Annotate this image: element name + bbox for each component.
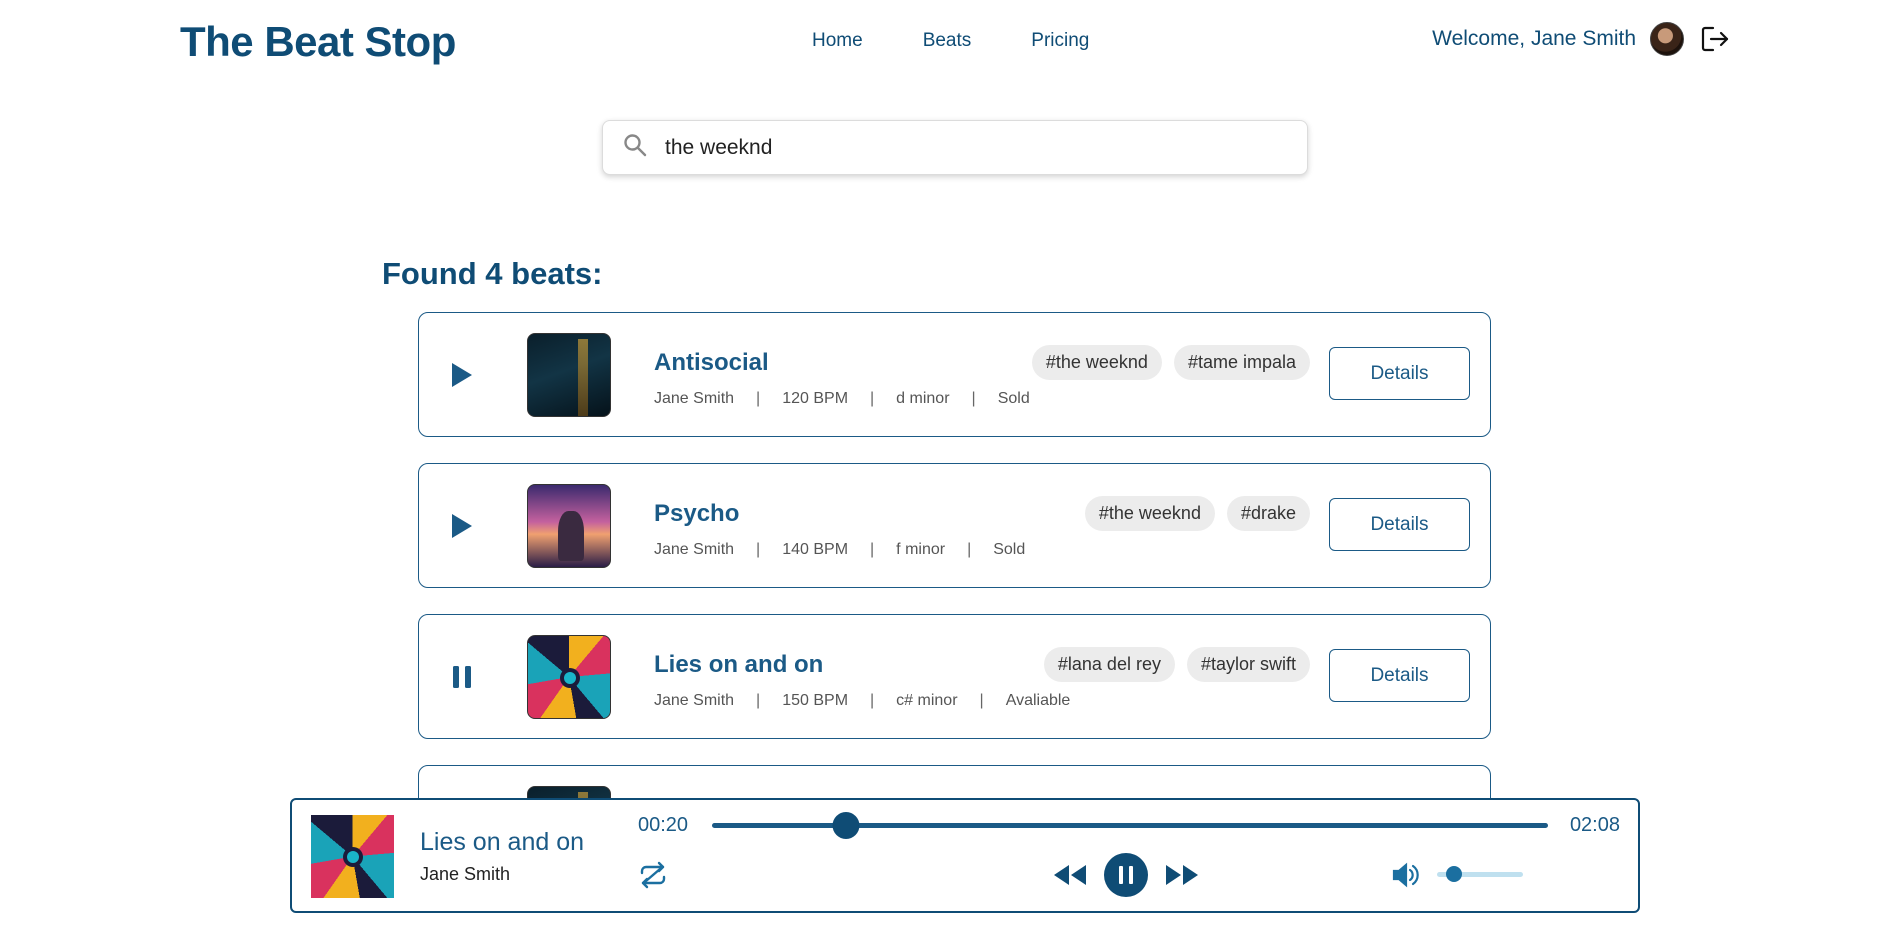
player-cover <box>311 815 394 898</box>
meta-separator: | <box>971 390 976 407</box>
beat-card: Antisocial Jane Smith | 120 BPM | d mino… <box>418 312 1491 437</box>
beat-title[interactable]: Psycho <box>654 500 739 528</box>
progress-bar[interactable] <box>712 812 1548 839</box>
beat-artist: Jane Smith <box>654 692 735 709</box>
fast-forward-icon[interactable] <box>1162 858 1202 892</box>
details-button[interactable]: Details <box>1329 498 1470 551</box>
meta-separator: | <box>870 390 875 407</box>
current-time: 00:20 <box>638 814 689 836</box>
beat-tags: #lana del rey #taylor swift <box>1043 647 1310 682</box>
player-title: Lies on and on <box>420 828 585 856</box>
total-time: 02:08 <box>1569 814 1620 836</box>
beat-key: c# minor <box>896 692 958 709</box>
beat-card: Lies on and on Jane Smith | 150 BPM | c#… <box>418 614 1491 739</box>
beat-meta: Jane Smith | 140 BPM | f minor | Sold <box>654 541 1025 559</box>
beat-key: d minor <box>896 390 950 407</box>
beat-status: Sold <box>997 390 1030 407</box>
search-bar <box>602 120 1308 175</box>
nav-home[interactable]: Home <box>812 30 863 52</box>
beat-meta: Jane Smith | 150 BPM | c# minor | Avalia… <box>654 692 1070 710</box>
beat-status: Sold <box>993 541 1026 558</box>
details-button[interactable]: Details <box>1329 347 1470 400</box>
search-icon <box>623 133 647 162</box>
beat-title[interactable]: Antisocial <box>654 349 769 377</box>
beat-cover <box>527 484 611 568</box>
logout-icon[interactable] <box>1698 22 1732 56</box>
meta-separator: | <box>756 390 761 407</box>
beat-tags: #the weeknd #drake <box>1084 496 1310 531</box>
tag-chip[interactable]: #the weeknd <box>1084 496 1215 531</box>
meta-separator: | <box>967 541 972 558</box>
volume-icon[interactable] <box>1390 860 1422 890</box>
user-area: Welcome, Jane Smith <box>1432 22 1732 56</box>
tag-chip[interactable]: #drake <box>1226 496 1310 531</box>
progress-knob[interactable] <box>832 812 860 839</box>
meta-separator: | <box>756 692 761 709</box>
beat-key: f minor <box>896 541 946 558</box>
meta-separator: | <box>979 692 984 709</box>
beat-bpm: 150 BPM <box>782 692 849 709</box>
volume-knob[interactable] <box>1446 866 1463 882</box>
beat-card: Psycho Jane Smith | 140 BPM | f minor | … <box>418 463 1491 588</box>
meta-separator: | <box>756 541 761 558</box>
nav-pricing[interactable]: Pricing <box>1031 30 1089 52</box>
tag-chip[interactable]: #lana del rey <box>1043 647 1175 682</box>
welcome-text: Welcome, Jane Smith <box>1432 27 1636 50</box>
rewind-icon[interactable] <box>1050 858 1090 892</box>
main-nav: Home Beats Pricing <box>812 30 1089 52</box>
volume-slider[interactable] <box>1437 866 1523 882</box>
audio-player: Lies on and on Jane Smith 00:20 02:08 <box>290 798 1640 913</box>
beat-artist: Jane Smith <box>654 541 735 558</box>
beat-artist: Jane Smith <box>654 390 735 407</box>
beat-status: Avaliable <box>1005 692 1071 709</box>
pause-button[interactable] <box>447 661 477 693</box>
site-logo[interactable]: The Beat Stop <box>180 18 456 66</box>
player-artist: Jane Smith <box>420 864 511 884</box>
tag-chip[interactable]: #taylor swift <box>1186 647 1310 682</box>
repeat-icon[interactable] <box>636 858 670 892</box>
beat-bpm: 120 BPM <box>782 390 849 407</box>
beat-title[interactable]: Lies on and on <box>654 651 823 679</box>
nav-beats[interactable]: Beats <box>923 30 972 52</box>
tag-chip[interactable]: #tame impala <box>1173 345 1310 380</box>
meta-separator: | <box>870 541 875 558</box>
details-button[interactable]: Details <box>1329 649 1470 702</box>
search-input[interactable] <box>665 135 1265 160</box>
play-button[interactable] <box>447 510 477 542</box>
beat-meta: Jane Smith | 120 BPM | d minor | Sold <box>654 390 1030 408</box>
results-heading: Found 4 beats: <box>382 256 603 291</box>
play-button[interactable] <box>447 359 477 391</box>
beat-bpm: 140 BPM <box>782 541 849 558</box>
beat-cover <box>527 635 611 719</box>
tag-chip[interactable]: #the weeknd <box>1031 345 1162 380</box>
beat-cover <box>527 333 611 417</box>
avatar[interactable] <box>1650 22 1684 56</box>
player-pause-button[interactable] <box>1104 853 1148 897</box>
meta-separator: | <box>870 692 875 709</box>
beat-tags: #the weeknd #tame impala <box>1031 345 1310 380</box>
